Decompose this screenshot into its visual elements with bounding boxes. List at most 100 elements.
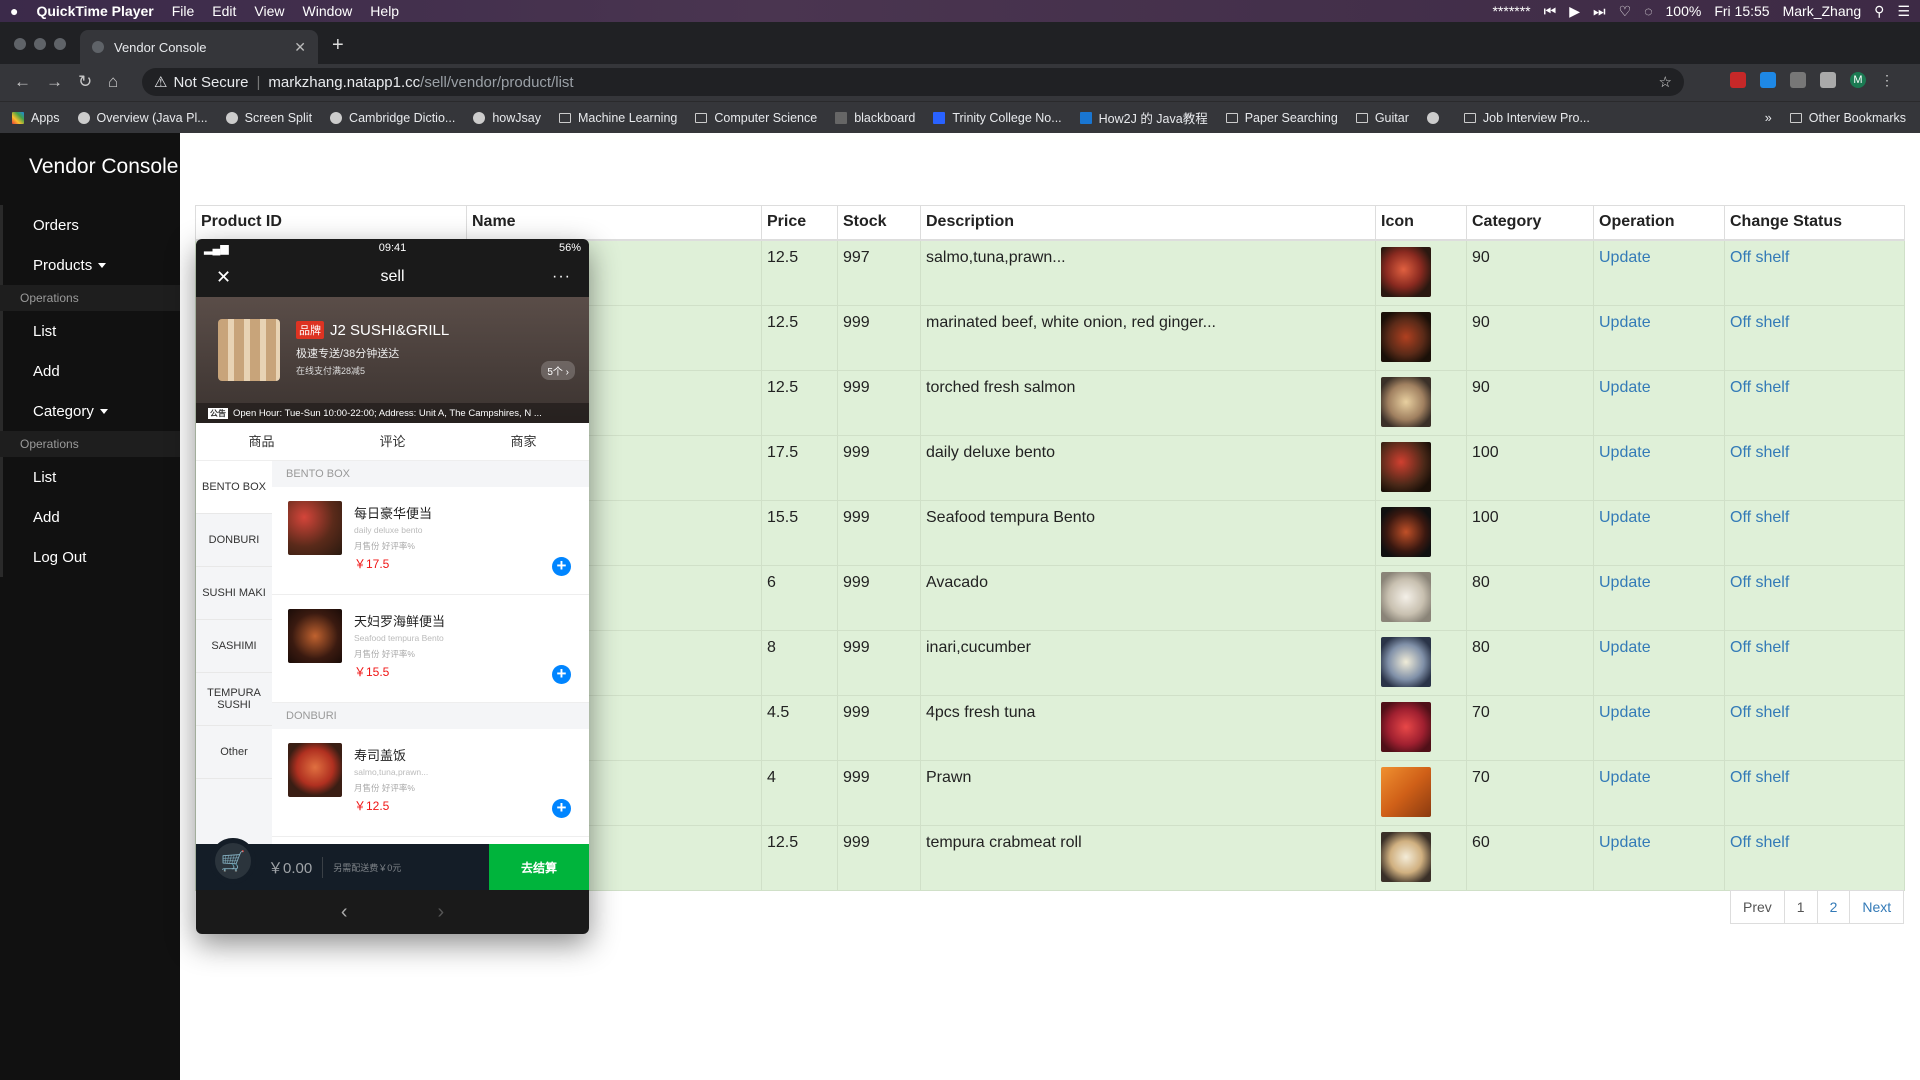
food-item[interactable]: 寿司盖饭 salmo,tuna,prawn... 月售份 好评率% ￥12.5 … bbox=[272, 729, 589, 837]
bookmark-machine-learning[interactable]: Machine Learning bbox=[558, 111, 677, 125]
category-item-tempura-sushi[interactable]: TEMPURA SUSHI bbox=[196, 673, 272, 726]
cart-icon[interactable]: 🛒 bbox=[210, 838, 256, 884]
off-shelf-link[interactable]: Off shelf bbox=[1730, 314, 1789, 331]
off-shelf-link[interactable]: Off shelf bbox=[1730, 249, 1789, 266]
menu-edit[interactable]: Edit bbox=[212, 3, 236, 19]
bookmark-apps[interactable]: Apps bbox=[12, 111, 60, 125]
tab-seller[interactable]: 商家 bbox=[458, 423, 589, 460]
update-link[interactable]: Update bbox=[1599, 574, 1651, 591]
menu-window[interactable]: Window bbox=[303, 3, 353, 19]
category-item-sashimi[interactable]: SASHIMI bbox=[196, 620, 272, 673]
window-zoom-button[interactable] bbox=[54, 38, 66, 50]
pagination-page-2[interactable]: 2 bbox=[1816, 890, 1851, 924]
off-shelf-link[interactable]: Off shelf bbox=[1730, 574, 1789, 591]
menu-view[interactable]: View bbox=[254, 3, 284, 19]
clock[interactable]: Fri 15:55 bbox=[1714, 3, 1769, 19]
new-tab-plus-icon[interactable]: + bbox=[332, 34, 344, 57]
update-link[interactable]: Update bbox=[1599, 769, 1651, 786]
pagination-page-1[interactable]: 1 bbox=[1783, 890, 1818, 924]
sidebar-item-category[interactable]: Category bbox=[0, 391, 180, 431]
spotlight-search-icon[interactable]: ⚲ bbox=[1874, 3, 1884, 20]
app-menu[interactable]: QuickTime Player bbox=[36, 3, 153, 19]
bookmark-job-interview[interactable]: Job Interview Pro... bbox=[1463, 111, 1590, 125]
sidebar-item-product-list[interactable]: List bbox=[0, 311, 180, 351]
phone-forward-icon[interactable]: › bbox=[438, 901, 445, 924]
sidebar-item-product-add[interactable]: Add bbox=[0, 351, 180, 391]
puzzle-extensions-icon[interactable] bbox=[1820, 72, 1836, 88]
media-prev-icon[interactable]: ⏮ bbox=[1544, 3, 1557, 20]
more-options-icon[interactable]: ··· bbox=[552, 268, 571, 286]
off-shelf-link[interactable]: Off shelf bbox=[1730, 769, 1789, 786]
sidebar-item-orders[interactable]: Orders bbox=[0, 205, 180, 245]
menu-help[interactable]: Help bbox=[370, 3, 399, 19]
sidebar-item-category-add[interactable]: Add bbox=[0, 497, 180, 537]
chrome-menu-icon[interactable]: ⋮ bbox=[1880, 72, 1894, 89]
forward-arrow-icon[interactable]: → bbox=[46, 72, 63, 92]
update-link[interactable]: Update bbox=[1599, 444, 1651, 461]
update-link[interactable]: Update bbox=[1599, 249, 1651, 266]
control-center-icon[interactable]: ☰ bbox=[1897, 3, 1910, 20]
home-icon[interactable]: ⌂ bbox=[108, 72, 118, 92]
sidebar-item-logout[interactable]: Log Out bbox=[0, 537, 180, 577]
heart-icon[interactable]: ♡ bbox=[1619, 3, 1632, 20]
off-shelf-link[interactable]: Off shelf bbox=[1730, 704, 1789, 721]
menu-file[interactable]: File bbox=[172, 3, 195, 19]
apple-icon[interactable]: ● bbox=[10, 3, 18, 19]
pagination-prev[interactable]: Prev bbox=[1730, 890, 1785, 924]
bookmark-how2j[interactable]: How2J 的 Java教程 bbox=[1079, 108, 1208, 127]
bookmark-computer-science[interactable]: Computer Science bbox=[695, 111, 817, 125]
bookmark-guitar[interactable]: Guitar bbox=[1355, 111, 1409, 125]
tab-ratings[interactable]: 评论 bbox=[327, 423, 458, 460]
tab-vendor-console[interactable]: Vendor Console ✕ bbox=[80, 30, 318, 64]
bookmark-trinity[interactable]: Trinity College No... bbox=[933, 111, 1062, 125]
category-item-donburi[interactable]: DONBURI bbox=[196, 514, 272, 567]
back-arrow-icon[interactable]: ← bbox=[14, 72, 31, 92]
bookmark-star-icon[interactable]: ☆ bbox=[1659, 73, 1672, 91]
update-link[interactable]: Update bbox=[1599, 704, 1651, 721]
category-item-sushi-maki[interactable]: SUSHI MAKI bbox=[196, 567, 272, 620]
bookmark-cambridge[interactable]: Cambridge Dictio... bbox=[330, 111, 455, 125]
profile-avatar[interactable]: M bbox=[1850, 72, 1866, 88]
bookmarks-overflow-icon[interactable]: » bbox=[1765, 111, 1772, 125]
tab-goods[interactable]: 商品 bbox=[196, 423, 327, 460]
off-shelf-link[interactable]: Off shelf bbox=[1730, 639, 1789, 656]
bookmark-paper-searching[interactable]: Paper Searching bbox=[1225, 111, 1338, 125]
extension-1-icon[interactable] bbox=[1730, 72, 1746, 88]
pagination-next[interactable]: Next bbox=[1849, 890, 1905, 924]
off-shelf-link[interactable]: Off shelf bbox=[1730, 379, 1789, 396]
sidebar-item-products[interactable]: Products bbox=[0, 245, 180, 285]
window-close-button[interactable] bbox=[14, 38, 26, 50]
food-item[interactable]: 天妇罗海鲜便当 Seafood tempura Bento 月售份 好评率% ￥… bbox=[272, 595, 589, 703]
phone-back-icon[interactable]: ‹ bbox=[341, 901, 348, 924]
battery-percent[interactable]: 100% bbox=[1666, 3, 1702, 19]
category-item-other[interactable]: Other bbox=[196, 726, 272, 779]
bookmark-blackboard[interactable]: blackboard bbox=[835, 111, 915, 125]
update-link[interactable]: Update bbox=[1599, 509, 1651, 526]
update-link[interactable]: Update bbox=[1599, 379, 1651, 396]
promo-count-button[interactable]: 5个 › bbox=[541, 361, 575, 380]
bookmark-overview-java[interactable]: Overview (Java Pl... bbox=[77, 111, 208, 125]
checkout-button[interactable]: 去结算 bbox=[489, 844, 589, 890]
bookmark-howjsay[interactable]: howJsay bbox=[473, 111, 541, 125]
media-next-icon[interactable]: ⏭ bbox=[1593, 3, 1606, 20]
close-icon[interactable]: ✕ bbox=[216, 267, 231, 288]
user-name[interactable]: Mark_Zhang bbox=[1783, 3, 1862, 19]
tab-close-icon[interactable]: ✕ bbox=[294, 39, 306, 56]
sidebar-brand[interactable]: Vendor Console bbox=[0, 133, 180, 205]
update-link[interactable]: Update bbox=[1599, 314, 1651, 331]
bookmark-other[interactable]: Other Bookmarks bbox=[1789, 111, 1906, 125]
off-shelf-link[interactable]: Off shelf bbox=[1730, 834, 1789, 851]
add-to-cart-plus-icon[interactable]: + bbox=[552, 557, 571, 576]
extension-3-icon[interactable] bbox=[1790, 72, 1806, 88]
category-item-bento-box[interactable]: BENTO BOX bbox=[196, 461, 272, 514]
reload-icon[interactable]: ↻ bbox=[78, 72, 92, 92]
wifi-icon[interactable]: ◌ bbox=[1644, 3, 1652, 19]
extension-2-icon[interactable] bbox=[1760, 72, 1776, 88]
food-item[interactable]: 每日豪华便当 daily deluxe bento 月售份 好评率% ￥17.5… bbox=[272, 487, 589, 595]
window-minimize-button[interactable] bbox=[34, 38, 46, 50]
sidebar-item-category-list[interactable]: List bbox=[0, 457, 180, 497]
add-to-cart-plus-icon[interactable]: + bbox=[552, 665, 571, 684]
shop-notice-bar[interactable]: 公告 Open Hour: Tue-Sun 10:00-22:00; Addre… bbox=[196, 403, 589, 423]
bookmark-globe[interactable] bbox=[1426, 111, 1446, 124]
bookmark-screen-split[interactable]: Screen Split bbox=[225, 111, 312, 125]
